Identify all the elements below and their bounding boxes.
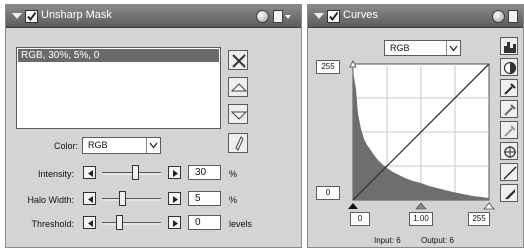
collapse-triangle-icon[interactable] bbox=[314, 13, 324, 19]
threshold-unit: levels bbox=[229, 219, 253, 229]
curves-titlebar: Curves bbox=[308, 5, 523, 28]
threshold-slider-track[interactable] bbox=[102, 222, 161, 225]
intensity-unit: % bbox=[229, 169, 238, 179]
output-readout: Output: 6 bbox=[421, 236, 454, 245]
eyedropper-white-button[interactable] bbox=[500, 121, 518, 139]
chevron-down-icon bbox=[146, 138, 160, 153]
move-up-button[interactable] bbox=[228, 77, 248, 97]
histogram-icon bbox=[504, 42, 516, 53]
checkmark-icon bbox=[329, 11, 339, 21]
threshold-slider-thumb[interactable] bbox=[116, 215, 123, 230]
halo-width-increase-button[interactable] bbox=[168, 192, 181, 205]
preview-toggle-icon[interactable] bbox=[492, 10, 505, 23]
threshold-decrease-button[interactable] bbox=[83, 216, 96, 229]
unsharp-mask-panel: Unsharp Mask RGB, 30%, 5%, 0 Color: RGB … bbox=[5, 4, 302, 248]
move-down-button[interactable] bbox=[228, 104, 248, 124]
input-readout: Input: 6 bbox=[374, 236, 401, 245]
curves-graph[interactable] bbox=[347, 59, 495, 213]
eyedropper-black-button[interactable] bbox=[500, 79, 518, 97]
contrast-icon bbox=[503, 61, 517, 75]
preview-toggle-icon[interactable] bbox=[256, 10, 269, 23]
color-label: Color: bbox=[53, 141, 78, 151]
color-select-value: RGB bbox=[88, 140, 108, 150]
threshold-label: Threshold: bbox=[31, 219, 74, 229]
preset-list[interactable]: RGB, 30%, 5%, 0 bbox=[16, 47, 221, 129]
halo-width-unit: % bbox=[229, 195, 238, 205]
arrow-left-icon bbox=[88, 220, 93, 227]
arrow-left-icon bbox=[88, 196, 93, 203]
panel-title: Curves bbox=[343, 9, 378, 21]
arrow-right-icon bbox=[173, 170, 178, 177]
delete-icon bbox=[232, 54, 246, 68]
add-point-button[interactable] bbox=[500, 142, 518, 160]
gamma-field[interactable]: 1.00 bbox=[409, 212, 433, 226]
enable-checkbox[interactable] bbox=[25, 10, 38, 23]
chevron-down-icon bbox=[446, 41, 460, 55]
eyedropper-gray-icon bbox=[504, 104, 516, 116]
eyedropper-gray-button[interactable] bbox=[500, 100, 518, 118]
intensity-increase-button[interactable] bbox=[168, 166, 181, 179]
move-down-icon bbox=[230, 111, 248, 120]
black-point-marker-icon[interactable] bbox=[348, 203, 358, 209]
intensity-label: Intensity: bbox=[37, 169, 74, 179]
arrow-right-icon bbox=[173, 196, 178, 203]
halo-width-decrease-button[interactable] bbox=[83, 192, 96, 205]
channel-select[interactable]: RGB bbox=[384, 40, 461, 56]
move-up-icon bbox=[230, 83, 248, 92]
curve-pencil-button[interactable] bbox=[500, 184, 518, 202]
checkmark-icon bbox=[27, 11, 37, 21]
collapse-triangle-icon[interactable] bbox=[12, 13, 22, 19]
arrow-right-icon bbox=[173, 220, 178, 227]
intensity-input[interactable]: 30 bbox=[188, 165, 221, 180]
input-min-field[interactable]: 0 bbox=[350, 212, 370, 226]
arrow-left-icon bbox=[88, 170, 93, 177]
output-max-field[interactable]: 255 bbox=[316, 60, 340, 74]
intensity-decrease-button[interactable] bbox=[83, 166, 96, 179]
intensity-slider-thumb[interactable] bbox=[131, 165, 139, 180]
curve-line-button[interactable] bbox=[500, 163, 518, 181]
gamma-marker-icon[interactable] bbox=[415, 202, 427, 210]
add-point-icon bbox=[504, 146, 516, 158]
white-point-marker-icon[interactable] bbox=[483, 202, 495, 210]
curve-line-icon bbox=[503, 166, 517, 180]
color-select[interactable]: RGB bbox=[82, 137, 161, 154]
threshold-increase-button[interactable] bbox=[168, 216, 181, 229]
edit-icon bbox=[235, 136, 244, 151]
contrast-tool-button[interactable] bbox=[500, 58, 518, 76]
edit-preset-button[interactable] bbox=[228, 133, 248, 153]
halo-width-slider-track[interactable] bbox=[102, 198, 161, 201]
unsharp-titlebar: Unsharp Mask bbox=[6, 5, 301, 28]
document-menu-icon[interactable] bbox=[508, 10, 518, 23]
halo-width-label: Halo Width: bbox=[27, 195, 74, 205]
histogram-tool-button[interactable] bbox=[500, 37, 518, 55]
channel-select-value: RGB bbox=[390, 43, 410, 53]
input-max-field[interactable]: 255 bbox=[468, 212, 490, 226]
panel-title: Unsharp Mask bbox=[41, 9, 112, 21]
enable-checkbox[interactable] bbox=[327, 10, 340, 23]
output-min-field[interactable]: 0 bbox=[316, 186, 340, 200]
halo-width-slider-thumb[interactable] bbox=[118, 191, 126, 206]
threshold-input[interactable]: 0 bbox=[188, 215, 221, 230]
document-menu-icon[interactable] bbox=[273, 10, 283, 23]
halo-width-input[interactable]: 5 bbox=[188, 191, 221, 206]
curve-pencil-icon bbox=[505, 189, 515, 199]
delete-preset-button[interactable] bbox=[228, 50, 248, 70]
preset-item-selected[interactable]: RGB, 30%, 5%, 0 bbox=[18, 49, 219, 62]
menu-dropdown-icon[interactable] bbox=[285, 15, 291, 19]
curves-panel: Curves RGB 255 0 0 1.00 255 Input: 6 Out… bbox=[307, 4, 524, 248]
eyedropper-white-icon bbox=[504, 125, 516, 137]
eyedropper-black-icon bbox=[504, 83, 516, 95]
